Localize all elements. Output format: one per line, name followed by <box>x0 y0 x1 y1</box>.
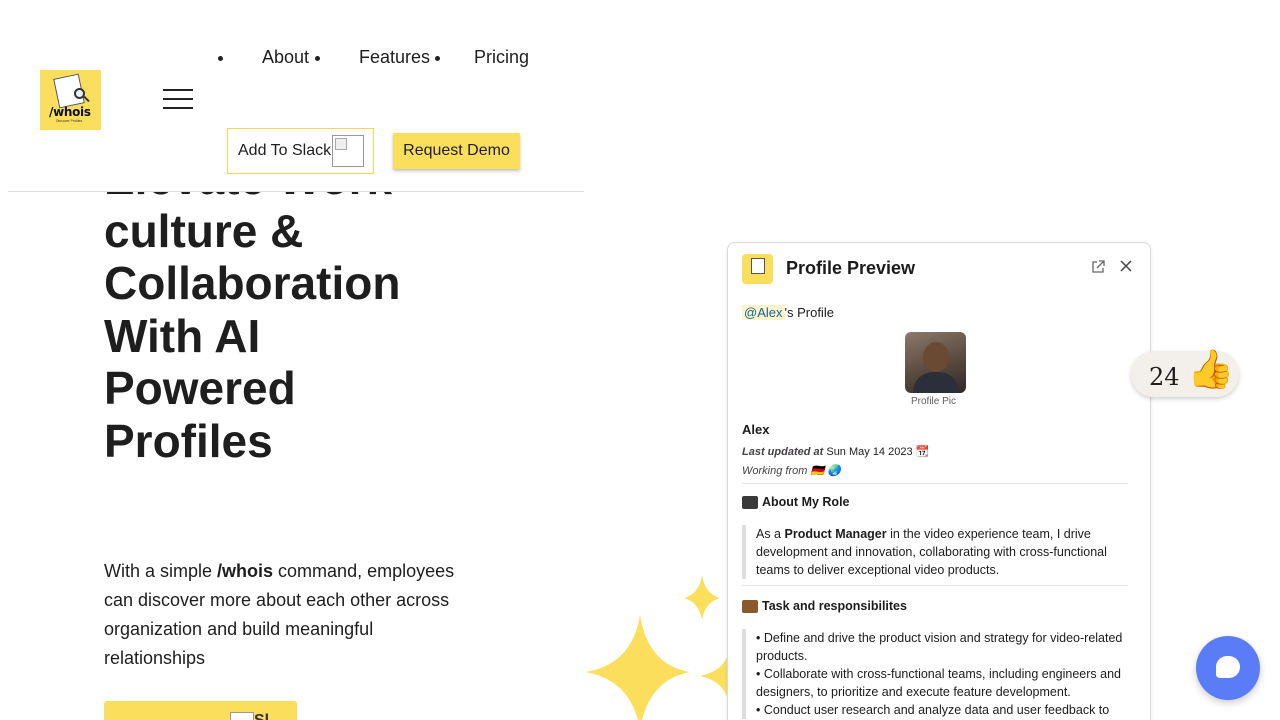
logo-subtext: Discover Profiles <box>56 119 83 123</box>
slack-logo-icon <box>230 712 254 720</box>
chat-bubble-icon <box>1216 656 1240 678</box>
hero-title-emphasis: Profiles <box>104 414 273 467</box>
add-to-slack-button[interactable]: Add To Slack <box>227 128 374 174</box>
slack-logo-icon <box>332 135 365 167</box>
add-to-slack-label: Add To Slack <box>238 142 332 159</box>
tasks-list: • Define and drive the product vision an… <box>742 629 1132 719</box>
nav-bullet <box>435 56 440 61</box>
hero-title-line: Collaboration <box>104 257 401 309</box>
hero-title-emphasis: AI <box>214 309 261 362</box>
avatar <box>905 332 966 393</box>
nav-bullet <box>315 56 320 61</box>
task-item: • Collaborate with cross-functional team… <box>756 667 1121 699</box>
request-demo-button[interactable]: Request Demo <box>393 133 520 169</box>
chat-widget-button[interactable] <box>1196 636 1260 700</box>
nav-bullet <box>218 56 223 61</box>
add-to-slack-cta-button[interactable]: Sl <box>104 701 297 720</box>
sparkle-stars-icon <box>585 575 740 720</box>
about-role-heading: About My Role <box>742 495 850 509</box>
last-updated: Last updated at Sun May 14 2023 📆 <box>742 446 930 458</box>
divider <box>742 585 1128 586</box>
whois-app-icon <box>742 254 773 284</box>
profile-mention-line: @Alex's Profile <box>742 305 834 320</box>
hero-title-line: Elevate Work <box>104 192 392 204</box>
hero-title-line: With <box>104 309 215 362</box>
hero-subtitle: With a simple /whois command, employees … <box>104 561 455 668</box>
hero-title: Elevate Work culture & Collaboration Wit… <box>104 192 524 467</box>
hero-title-emphasis: Powered <box>104 362 296 414</box>
profile-preview-card: Profile Preview @Alex's Profile Profile … <box>727 242 1151 720</box>
logo-text: /whois <box>49 105 91 119</box>
hero-title-container: Elevate Work culture & Collaboration Wit… <box>0 192 600 492</box>
close-icon[interactable] <box>1119 259 1133 273</box>
hamburger-menu-icon[interactable] <box>163 89 193 109</box>
reaction-badge: 24 👍 <box>1131 349 1239 397</box>
about-role-text: As a Product Manager in the video experi… <box>742 525 1132 579</box>
thumbs-up-icon: 👍 <box>1187 349 1235 391</box>
profile-name: Alex <box>742 422 770 437</box>
avatar-caption: Profile Pic <box>911 396 957 407</box>
whois-command: /whois <box>217 561 274 581</box>
external-link-icon[interactable] <box>1091 260 1105 274</box>
card-title: Profile Preview <box>786 258 916 278</box>
tasks-heading: Task and responsibilites <box>742 599 907 613</box>
reaction-count: 24 <box>1149 363 1180 391</box>
divider <box>742 483 1128 484</box>
user-mention[interactable]: @Alex <box>742 305 785 320</box>
hero-title-line: culture & <box>104 204 304 257</box>
nav-features-link[interactable]: Features <box>359 47 430 68</box>
nav-pricing-link[interactable]: Pricing <box>474 47 529 68</box>
whois-logo[interactable]: /whois Discover Profiles <box>40 70 101 130</box>
briefcase-icon <box>742 599 758 613</box>
laptop-icon <box>742 495 758 509</box>
task-item: • Conduct user research and analyze data… <box>756 703 1110 717</box>
nav-about-link[interactable]: About <box>262 47 309 68</box>
working-from: Working from 🇩🇪 🌏 <box>742 465 841 477</box>
task-item: • Define and drive the product vision an… <box>756 631 1123 663</box>
